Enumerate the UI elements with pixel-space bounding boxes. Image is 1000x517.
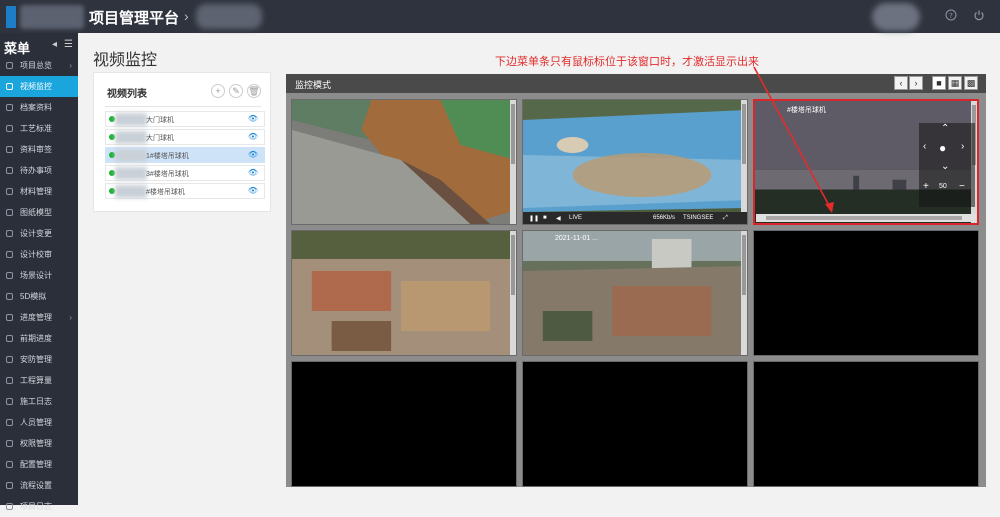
annotation-arrow <box>753 66 834 213</box>
